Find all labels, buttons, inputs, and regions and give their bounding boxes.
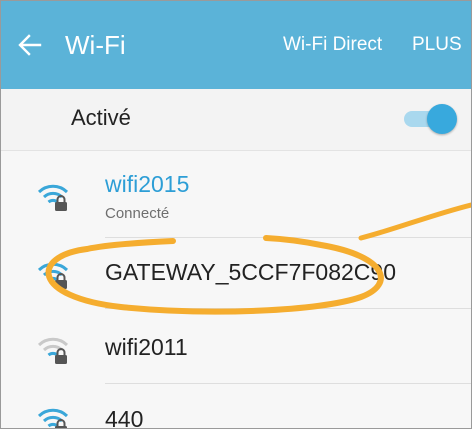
- network-name: GATEWAY_5CCF7F082C90: [105, 259, 397, 285]
- network-status: Connecté: [105, 205, 170, 222]
- network-item[interactable]: wifi2015 Connecté: [1, 151, 471, 238]
- wifi-locked-icon: [37, 408, 69, 428]
- network-list: wifi2015 Connecté GATEWAY_5CCF7F082C90 w…: [1, 151, 471, 429]
- wifi-locked-icon: [37, 337, 69, 364]
- wifi-locked-icon: [37, 262, 69, 289]
- network-item[interactable]: GATEWAY_5CCF7F082C90: [1, 237, 471, 309]
- network-name: wifi2015: [105, 171, 190, 197]
- arrow-left-icon: [18, 34, 42, 56]
- wifi-direct-button[interactable]: Wi-Fi Direct: [283, 31, 382, 59]
- page-title: Wi-Fi: [65, 30, 126, 60]
- app-bar: Wi-Fi Wi-Fi Direct PLUS: [1, 1, 471, 89]
- network-name: 440: [105, 406, 144, 429]
- switch-thumb: [427, 104, 457, 134]
- wifi-settings-screen: Wi-Fi Wi-Fi Direct PLUS Activé wifi2015 …: [0, 0, 472, 429]
- network-item[interactable]: wifi2011: [1, 308, 471, 384]
- wifi-locked-icon: [37, 184, 69, 211]
- more-button[interactable]: PLUS: [412, 31, 462, 59]
- wifi-toggle-label: Activé: [71, 105, 131, 130]
- wifi-toggle-row[interactable]: Activé: [1, 89, 471, 151]
- back-button[interactable]: [15, 23, 45, 67]
- wifi-switch[interactable]: [402, 103, 458, 135]
- network-item[interactable]: 440: [1, 383, 471, 429]
- network-name: wifi2011: [105, 334, 188, 360]
